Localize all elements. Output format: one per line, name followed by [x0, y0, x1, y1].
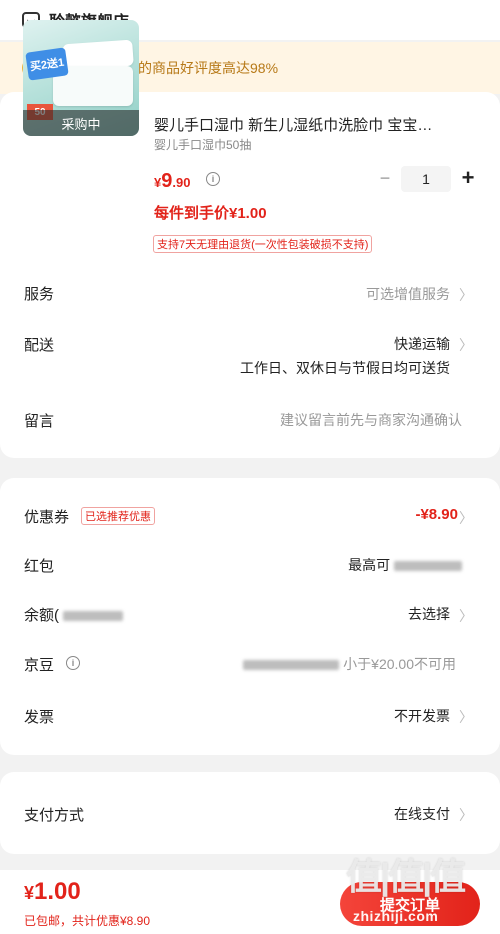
- redacted-text: [63, 611, 124, 622]
- chevron-right-icon[interactable]: 〉: [459, 508, 473, 528]
- watermark-url: zhizhiji.com: [353, 908, 439, 924]
- redpacket-value[interactable]: 最高可: [348, 555, 462, 575]
- chevron-right-icon[interactable]: 〉: [459, 606, 473, 626]
- total-currency: ¥: [24, 883, 35, 903]
- payment-value[interactable]: 在线支付: [394, 804, 450, 824]
- total-value: 1.00: [34, 878, 81, 905]
- price-info-icon[interactable]: i: [206, 172, 220, 186]
- balance-value[interactable]: 去选择: [408, 604, 450, 624]
- price-decimal: .90: [172, 175, 191, 190]
- product-title[interactable]: 婴儿手口湿巾 新生儿湿纸巾洗脸巾 宝宝…: [154, 114, 466, 135]
- chevron-right-icon[interactable]: 〉: [459, 285, 473, 305]
- service-value[interactable]: 可选增值服务: [366, 284, 450, 304]
- service-label: 服务: [24, 286, 55, 303]
- balance-label: 余额(: [24, 604, 124, 625]
- note-input[interactable]: 建议留言前先与商家沟通确认: [280, 410, 462, 430]
- watermark-logo: 值|值|值: [346, 856, 466, 897]
- coupon-amount[interactable]: -¥8.90: [415, 506, 458, 523]
- delivery-schedule: 工作日、双休日与节假日均可送货: [240, 360, 450, 376]
- jingdou-value-text: 小于¥20.00不可用: [343, 656, 456, 672]
- product-spec[interactable]: 婴儿手口湿巾50抽: [154, 136, 251, 153]
- invoice-label: 发票: [24, 709, 55, 726]
- jingdou-info-icon[interactable]: i: [66, 656, 80, 670]
- total-price: ¥1.00: [24, 878, 81, 906]
- coupon-recommended-tag: 已选推荐优惠: [81, 507, 155, 525]
- redpacket-label: 红包: [24, 558, 55, 575]
- delivery-value[interactable]: 快递运输: [394, 334, 450, 354]
- return-policy-badge: 支持7天无理由退货(一次性包装破损不支持): [153, 235, 373, 253]
- redacted-text: [243, 660, 340, 671]
- footer-summary: 已包邮，共计优惠¥8.90: [24, 914, 151, 928]
- invoice-value[interactable]: 不开发票: [394, 706, 450, 726]
- chevron-right-icon[interactable]: 〉: [459, 805, 473, 825]
- unit-price: 每件到手价¥1.00: [154, 205, 267, 222]
- quantity-increase-button[interactable]: +: [458, 166, 478, 192]
- chevron-right-icon[interactable]: 〉: [459, 335, 473, 355]
- quantity-input[interactable]: 1: [401, 166, 451, 192]
- delivery-label: 配送: [24, 337, 55, 354]
- jingdou-value: 小于¥20.00不可用: [243, 654, 456, 674]
- note-label: 留言: [24, 413, 55, 430]
- product-image[interactable]: 买2送1 50 采购中: [23, 20, 139, 136]
- quantity-decrease-button[interactable]: −: [376, 169, 394, 188]
- payment-label: 支付方式: [24, 807, 85, 824]
- balance-label-text: 余额(: [24, 607, 59, 624]
- jingdou-label: 京豆: [24, 657, 55, 674]
- redacted-text: [394, 561, 462, 572]
- price-integer: 9: [161, 170, 173, 192]
- redpacket-value-text: 最高可: [348, 557, 391, 573]
- chevron-right-icon[interactable]: 〉: [459, 707, 473, 727]
- product-price: ¥9.90: [154, 170, 190, 193]
- purchase-status-label: 采购中: [23, 110, 139, 136]
- coupon-label: 优惠券: [24, 509, 70, 526]
- promo-sticker: 买2送1: [25, 47, 69, 81]
